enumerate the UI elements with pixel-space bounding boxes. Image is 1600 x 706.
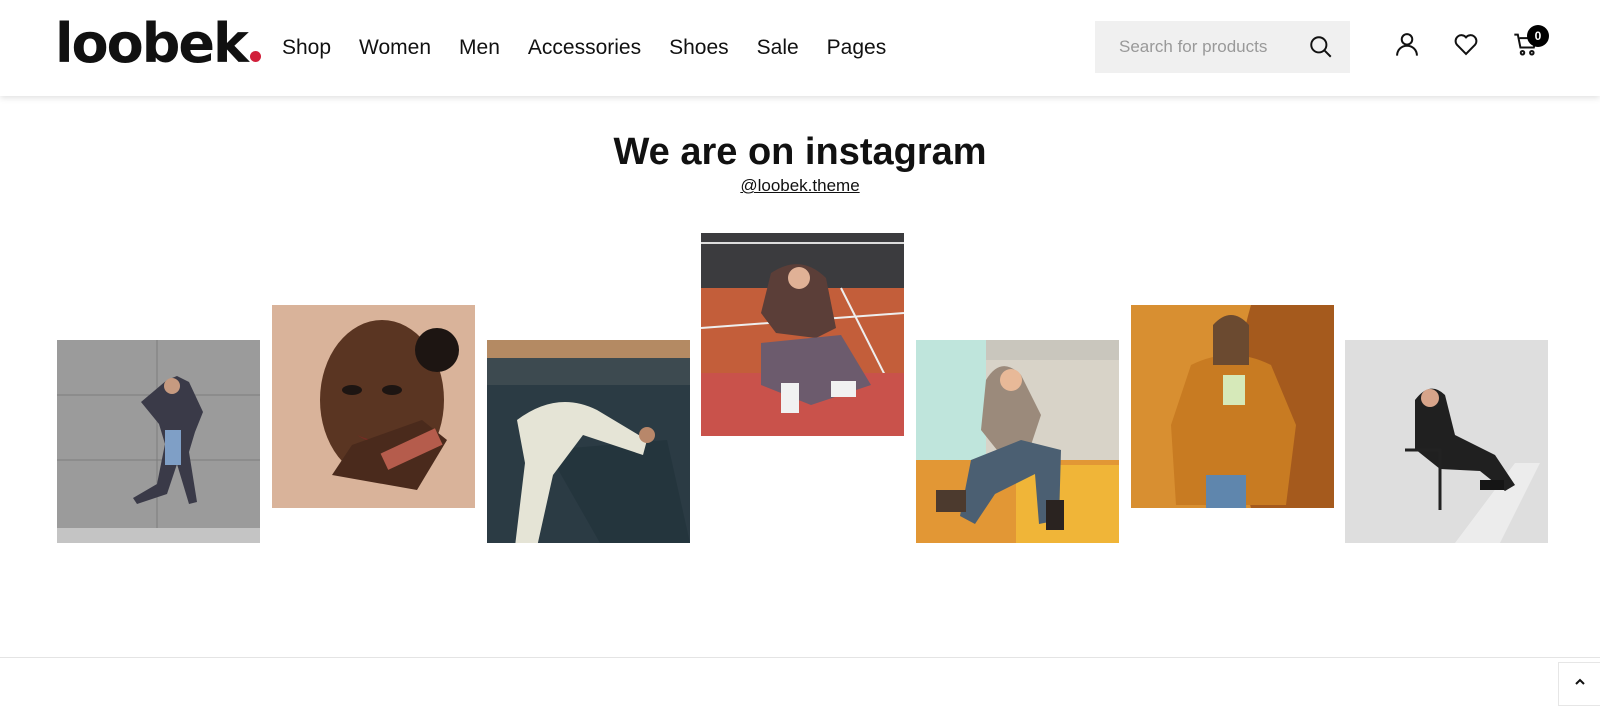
photo-image: [916, 340, 1119, 543]
scroll-to-top-button[interactable]: [1558, 662, 1600, 706]
photo-image: [1131, 305, 1334, 508]
nav-men[interactable]: Men: [459, 30, 500, 66]
instagram-photo-2[interactable]: [272, 305, 475, 508]
nav-accessories[interactable]: Accessories: [528, 30, 641, 66]
logo-text: loobek: [55, 12, 249, 75]
instagram-handle-link[interactable]: @loobek.theme: [740, 176, 859, 195]
instagram-photo-4[interactable]: [701, 233, 904, 436]
photo-image: [57, 340, 260, 543]
section-divider: [0, 657, 1600, 658]
nav-shop[interactable]: Shop: [282, 30, 331, 66]
instagram-photo-6[interactable]: [1131, 305, 1334, 508]
user-icon[interactable]: [1393, 30, 1423, 60]
photo-image: [272, 305, 475, 508]
nav-women[interactable]: Women: [359, 30, 431, 66]
nav-shoes[interactable]: Shoes: [669, 30, 729, 66]
logo[interactable]: loobek: [55, 14, 261, 74]
heart-icon[interactable]: [1452, 30, 1482, 60]
instagram-photo-1[interactable]: [57, 340, 260, 543]
site-header: loobek Shop Women Men Accessories Shoes …: [0, 0, 1600, 96]
section-title: We are on instagram: [613, 131, 987, 173]
instagram-photo-5[interactable]: [916, 340, 1119, 543]
instagram-photo-3[interactable]: [487, 340, 690, 543]
nav-sale[interactable]: Sale: [757, 30, 799, 66]
instagram-photo-7[interactable]: [1345, 340, 1548, 543]
main-nav: Shop Women Men Accessories Shoes Sale Pa…: [282, 30, 914, 66]
cart-count-badge: 0: [1527, 25, 1549, 47]
search-icon[interactable]: [1308, 34, 1334, 60]
photo-image: [487, 340, 690, 543]
search-box: [1095, 21, 1350, 73]
photo-image: [701, 233, 904, 436]
logo-dot: [249, 51, 261, 62]
photo-image: [1345, 340, 1548, 543]
chevron-up-icon: [1574, 675, 1586, 693]
search-input[interactable]: [1095, 21, 1295, 73]
nav-pages[interactable]: Pages: [827, 30, 887, 66]
instagram-handle: @loobek.theme: [0, 174, 1600, 198]
